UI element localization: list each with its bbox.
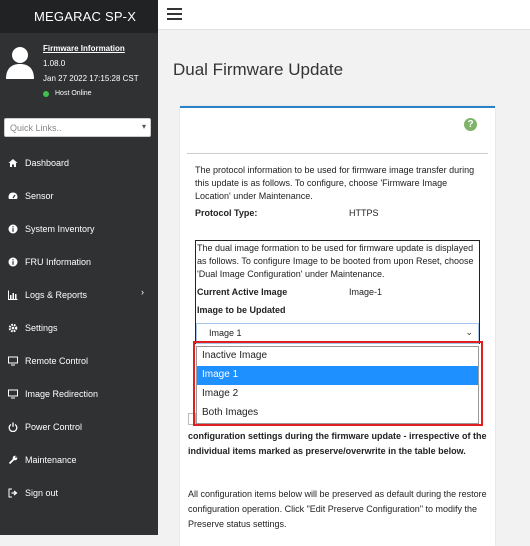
- host-status-dot-icon: [43, 90, 49, 97]
- image-to-be-updated-label: Image to be Updated: [197, 305, 286, 315]
- nav-system-inventory[interactable]: System Inventory: [0, 212, 158, 245]
- power-icon: [8, 422, 18, 432]
- nav-sensor[interactable]: Sensor: [0, 179, 158, 212]
- nav-fru-information-label: FRU Information: [25, 256, 92, 267]
- nav-sensor-label: Sensor: [25, 190, 54, 201]
- preserve-default-note: All configuration items below will be pr…: [188, 489, 487, 529]
- nav-logs-reports-label: Logs & Reports: [25, 289, 88, 300]
- nav-settings-label: Settings: [25, 322, 58, 333]
- protocol-description: The protocol information to be used for …: [195, 165, 475, 201]
- nav-dashboard[interactable]: Dashboard: [0, 146, 158, 179]
- gear-icon: [8, 323, 18, 333]
- firmware-version: 1.08.0: [43, 59, 66, 68]
- protocol-type-value: HTTPS: [349, 208, 379, 218]
- nav-maintenance-label: Maintenance: [25, 454, 77, 465]
- preserve-config-note: configuration settings during the firmwa…: [188, 431, 487, 456]
- speedometer-icon: [8, 191, 18, 201]
- nav-sign-out[interactable]: Sign out: [0, 476, 158, 509]
- nav-image-redirection[interactable]: Image Redirection: [0, 377, 158, 410]
- nav-maintenance[interactable]: Maintenance: [0, 443, 158, 476]
- help-icon[interactable]: ?: [464, 118, 477, 131]
- firmware-information-link[interactable]: Firmware Information: [43, 44, 125, 53]
- current-active-image-value: Image-1: [349, 287, 383, 297]
- user-avatar-icon: [6, 47, 34, 79]
- nav-sign-out-label: Sign out: [25, 487, 59, 498]
- user-panel: Firmware Information 1.08.0 Jan 27 2022 …: [0, 33, 158, 109]
- host-status-label: Host Online: [55, 90, 92, 97]
- top-bar: [158, 0, 530, 30]
- sidebar: MEGARAC SP-X Firmware Information 1.08.0…: [0, 0, 158, 535]
- nav-dashboard-label: Dashboard: [25, 157, 70, 168]
- nav-fru-information[interactable]: FRU Information: [0, 245, 158, 278]
- info-icon: [8, 224, 18, 234]
- quick-links-placeholder: Quick Links..: [10, 123, 62, 133]
- brand-title: MEGARAC SP-X: [0, 0, 158, 33]
- monitor-icon: [8, 356, 18, 366]
- highlight-outline: [193, 341, 483, 426]
- info-icon: [8, 257, 18, 267]
- page-title: Dual Firmware Update: [173, 60, 344, 79]
- home-icon: [8, 158, 18, 168]
- chevron-right-icon: ›: [141, 287, 144, 297]
- quick-links-select[interactable]: Quick Links.. ▾: [4, 118, 151, 137]
- monitor-icon: [8, 389, 18, 399]
- sign-out-icon: [8, 488, 18, 498]
- bar-chart-icon: [8, 290, 18, 300]
- nav-remote-control[interactable]: Remote Control: [0, 344, 158, 377]
- image-description: The dual image formation to be used for …: [197, 243, 474, 279]
- protocol-type-label: Protocol Type:: [195, 208, 258, 218]
- nav-power-control-label: Power Control: [25, 421, 83, 432]
- nav-settings[interactable]: Settings: [0, 311, 158, 344]
- nav-system-inventory-label: System Inventory: [25, 223, 95, 234]
- quick-links-caret-icon: ▾: [141, 122, 146, 131]
- image-select-value: Image 1: [209, 328, 242, 338]
- wrench-icon: [8, 455, 18, 465]
- chevron-down-icon: ⌄: [465, 327, 473, 337]
- firmware-datetime: Jan 27 2022 17:15:28 CST: [43, 74, 139, 83]
- current-active-image-label: Current Active Image: [197, 287, 288, 297]
- host-status: Host Online: [43, 90, 92, 97]
- hamburger-menu-icon[interactable]: [167, 8, 182, 20]
- nav-power-control[interactable]: Power Control: [0, 410, 158, 443]
- nav-remote-control-label: Remote Control: [25, 355, 89, 366]
- nav-image-redirection-label: Image Redirection: [25, 388, 99, 399]
- nav-logs-reports[interactable]: Logs & Reports ›: [0, 278, 158, 311]
